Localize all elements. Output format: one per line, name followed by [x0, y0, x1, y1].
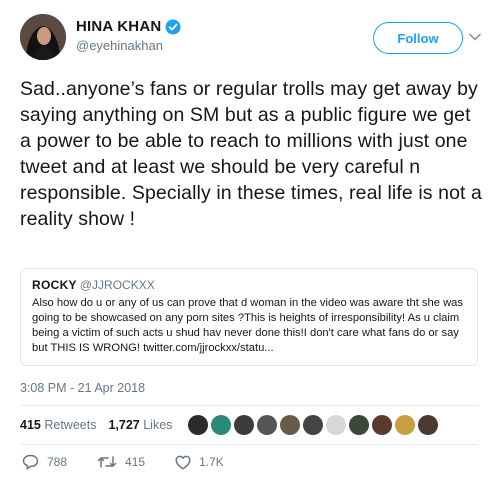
verified-badge-icon [165, 19, 181, 34]
likes-label: Likes [143, 418, 173, 432]
liker-avatar[interactable] [326, 415, 347, 435]
liker-avatar[interactable] [188, 415, 209, 435]
user-names: HINA KHAN @eyehinakhan [76, 18, 181, 53]
user-handle[interactable]: @eyehinakhan [76, 38, 181, 53]
retweet-icon[interactable] [97, 455, 117, 469]
liker-avatar[interactable] [211, 415, 232, 435]
retweets-label: Retweets [44, 418, 97, 432]
quote-author-handle: @JJROCKXX [79, 278, 155, 292]
liker-avatar[interactable] [372, 415, 393, 435]
tweet-timestamp[interactable]: 3:08 PM - 21 Apr 2018 [20, 381, 145, 395]
quote-author-name: ROCKY [32, 278, 77, 292]
heart-icon[interactable] [175, 455, 191, 470]
reply-action[interactable]: 788 [22, 454, 67, 470]
retweet-action[interactable]: 415 [97, 455, 145, 469]
tweet-stats: 415 Retweets 1,727 Likes [20, 406, 478, 444]
tweet-actions: 788 415 1.7K [22, 454, 254, 470]
liker-avatar[interactable] [349, 415, 370, 435]
like-count: 1.7K [199, 455, 224, 469]
reply-count: 788 [47, 455, 68, 469]
chevron-down-icon[interactable] [468, 30, 482, 44]
retweets-stat[interactable]: 415 Retweets [20, 418, 96, 432]
retweets-count: 415 [20, 418, 41, 432]
liker-avatar[interactable] [234, 415, 255, 435]
avatar[interactable] [20, 14, 66, 60]
quoted-tweet[interactable]: ROCKY @JJROCKXX Also how do u or any of u… [20, 268, 478, 366]
display-name[interactable]: HINA KHAN [76, 18, 181, 35]
tweet-header: HINA KHAN @eyehinakhan Follow [20, 12, 482, 60]
like-action[interactable]: 1.7K [175, 455, 224, 470]
liker-avatars [188, 415, 439, 435]
liker-avatar[interactable] [303, 415, 324, 435]
display-name-text[interactable]: HINA KHAN [76, 18, 161, 35]
retweet-count: 415 [125, 455, 146, 469]
follow-button[interactable]: Follow [373, 22, 463, 54]
quote-author: ROCKY @JJROCKXX [32, 278, 466, 293]
liker-avatar[interactable] [280, 415, 301, 435]
quote-text: Also how do u or any of us can prove tha… [32, 297, 463, 354]
liker-avatar[interactable] [395, 415, 416, 435]
divider [20, 444, 478, 445]
likes-stat[interactable]: 1,727 Likes [108, 418, 172, 432]
likes-count: 1,727 [108, 418, 140, 432]
liker-avatar[interactable] [257, 415, 278, 435]
liker-avatar[interactable] [418, 415, 439, 435]
tweet-text: Sad..anyone’s fans or regular trolls may… [20, 78, 483, 230]
reply-icon[interactable] [22, 454, 39, 470]
